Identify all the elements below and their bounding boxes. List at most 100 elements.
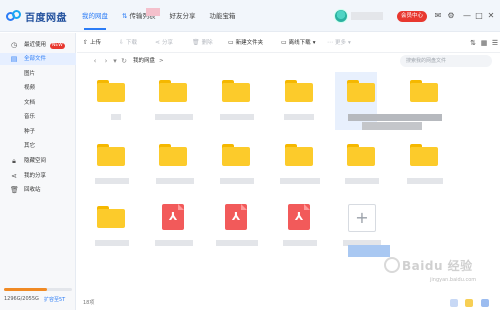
breadcrumb-separator: > (159, 58, 164, 64)
chevron-down-icon[interactable]: ▾ (111, 57, 119, 65)
tab-toolbox[interactable]: 功能宝箱 (209, 10, 235, 24)
list-view-icon[interactable]: ☰ (491, 38, 499, 48)
storage-usage-text: 1296G/2055G (4, 296, 39, 302)
gear-icon[interactable]: ⚙ (446, 11, 456, 21)
grid-view-icon[interactable] (450, 299, 458, 307)
button-label: 上传 (90, 40, 102, 46)
minimize-icon[interactable]: — (462, 11, 472, 21)
sidebar-item-videos[interactable]: 视频 (0, 82, 76, 94)
folder-item[interactable] (275, 72, 325, 134)
back-icon[interactable]: ‹ (91, 57, 99, 65)
lock-icon: 🔒︎ (12, 157, 16, 165)
path-bar: ‹ › ▾ ↻ 我的网盘 > 搜索我的网盘文件 (77, 53, 500, 69)
more-icon: ⋯ (327, 39, 333, 46)
pdf-file-item[interactable]: ⅄ (275, 198, 325, 260)
sidebar-item-all-files[interactable]: ▤ 全部文件 (0, 53, 76, 65)
folder-item[interactable] (212, 72, 262, 134)
file-name-redacted (283, 240, 317, 246)
watermark-text: Baidu 经验 (402, 259, 473, 273)
sidebar-item-recycle-bin[interactable]: 🗑︎ 回收站 (0, 184, 76, 196)
clock-icon: ◷ (10, 41, 18, 49)
breadcrumb[interactable]: 我的网盘 (133, 57, 155, 65)
pdf-file-icon: ⅄ (162, 204, 184, 230)
sidebar-item-recent[interactable]: ◷ 最近使用 NEW (0, 39, 76, 51)
sidebar-item-label: 我的分享 (24, 173, 47, 179)
folder-item[interactable] (337, 136, 387, 198)
file-name-redacted (284, 114, 314, 120)
folder-item[interactable] (87, 72, 137, 134)
user-name-redacted[interactable] (351, 12, 383, 20)
refresh-icon[interactable]: ↻ (120, 57, 128, 65)
share-icon: ⋖ (155, 39, 161, 46)
app-logo[interactable]: 百度网盘 (6, 8, 67, 24)
list-view-icon[interactable] (481, 299, 489, 307)
sidebar-item-label: 最近使用 (24, 42, 47, 48)
watermark: Baidu 经验 jingyan.baidu.com (384, 253, 494, 291)
folder-icon (285, 144, 313, 166)
file-name-redacted (111, 114, 121, 120)
sort-icon[interactable]: ⇅ (469, 38, 477, 48)
pdf-file-item[interactable]: ⅄ (212, 198, 262, 260)
folder-item[interactable] (149, 72, 199, 134)
share-button[interactable]: ⋖ 分享 (155, 38, 173, 48)
vip-center-button[interactable]: 会员中心 (397, 11, 427, 22)
folder-item[interactable] (212, 136, 262, 198)
maximize-icon[interactable]: □ (474, 11, 484, 21)
sidebar-item-music[interactable]: 音乐 (0, 111, 76, 123)
top-bar: 百度网盘 我的网盘 ⇅ 传输列表 好友分享 功能宝箱 会员中心 ✉ ⚙ — □ ✕ (0, 0, 500, 32)
button-label: 下载 (126, 40, 138, 46)
tab-friend-share[interactable]: 好友分享 (169, 10, 195, 24)
transfer-count-badge (146, 8, 160, 16)
sidebar-item-my-shares[interactable]: ⋖ 我的分享 (0, 170, 76, 182)
baidu-netdisk-window: 百度网盘 我的网盘 ⇅ 传输列表 好友分享 功能宝箱 会员中心 ✉ ⚙ — □ ✕… (0, 0, 500, 310)
sidebar-item-label: 回收站 (24, 187, 41, 193)
new-folder-button[interactable]: ▭ 新建文件夹 (228, 38, 263, 48)
more-button[interactable]: ⋯ 更多 ▾ (327, 38, 351, 48)
folder-item[interactable] (87, 136, 137, 198)
search-input[interactable]: 搜索我的网盘文件 (400, 55, 492, 67)
button-label: 更多 (335, 40, 347, 46)
sidebar-item-other[interactable]: 其它 (0, 140, 76, 152)
sidebar-item-images[interactable]: 图片 (0, 68, 76, 80)
avatar[interactable] (334, 9, 348, 23)
sidebar-item-label: 种子 (24, 129, 36, 135)
button-label: 新建文件夹 (235, 40, 264, 46)
upload-button[interactable]: ⇧ 上传 (83, 38, 101, 48)
sidebar-item-hidden-space[interactable]: 🔒︎ 隐藏空间 (0, 155, 76, 167)
cloud-logo-icon (6, 10, 22, 22)
folder-item[interactable] (87, 198, 137, 260)
file-name-redacted (216, 240, 258, 246)
file-name-redacted (280, 178, 320, 184)
folder-icon (97, 80, 125, 102)
share-icon: ⋖ (11, 172, 17, 180)
tab-my-netdisk[interactable]: 我的网盘 (82, 10, 108, 30)
grid-view-icon[interactable]: ▦ (480, 38, 488, 48)
sidebar-item-label: 图片 (24, 71, 36, 77)
new-badge: NEW (50, 43, 65, 49)
close-icon[interactable]: ✕ (486, 11, 496, 21)
button-label: 分享 (162, 40, 174, 46)
sidebar: ◷ 最近使用 NEW ▤ 全部文件 图片 视频 文档 音乐 种子 其它 🔒︎ 隐藏空间 … (0, 33, 76, 310)
offline-download-button[interactable]: ▭ 离线下载 ▾ (281, 38, 315, 48)
download-button[interactable]: ⇩ 下载 (119, 38, 137, 48)
folder-icon (410, 144, 438, 166)
sidebar-item-torrents[interactable]: 种子 (0, 126, 76, 138)
file-name-redacted (345, 178, 379, 184)
sidebar-item-documents[interactable]: 文档 (0, 97, 76, 109)
sidebar-item-label: 隐藏空间 (24, 158, 47, 164)
pdf-file-item[interactable]: ⅄ (149, 198, 199, 260)
forward-icon[interactable]: › (102, 57, 110, 65)
file-name-redacted (155, 240, 193, 246)
mail-icon[interactable]: ✉ (433, 11, 443, 21)
chevron-down-icon: ▾ (348, 40, 351, 46)
folder-item[interactable] (275, 136, 325, 198)
download-icon: ⇩ (119, 39, 125, 46)
delete-button[interactable]: 🗑︎ 删除 (192, 38, 213, 48)
folder-item[interactable] (149, 136, 199, 198)
expand-storage-link[interactable]: 扩容至5T (44, 296, 65, 303)
file-name-redacted (95, 178, 129, 184)
folder-view-icon[interactable] (465, 299, 473, 307)
toolbar: ⇧ 上传 ⇩ 下载 ⋖ 分享 🗑︎ 删除 ▭ 新建文件夹 ▭ 离线下载 ▾ ⋯ 更多 ▾ ⇅ ▦ … (77, 33, 500, 53)
folder-item[interactable] (400, 136, 450, 198)
storage-progress-bar (4, 288, 72, 291)
